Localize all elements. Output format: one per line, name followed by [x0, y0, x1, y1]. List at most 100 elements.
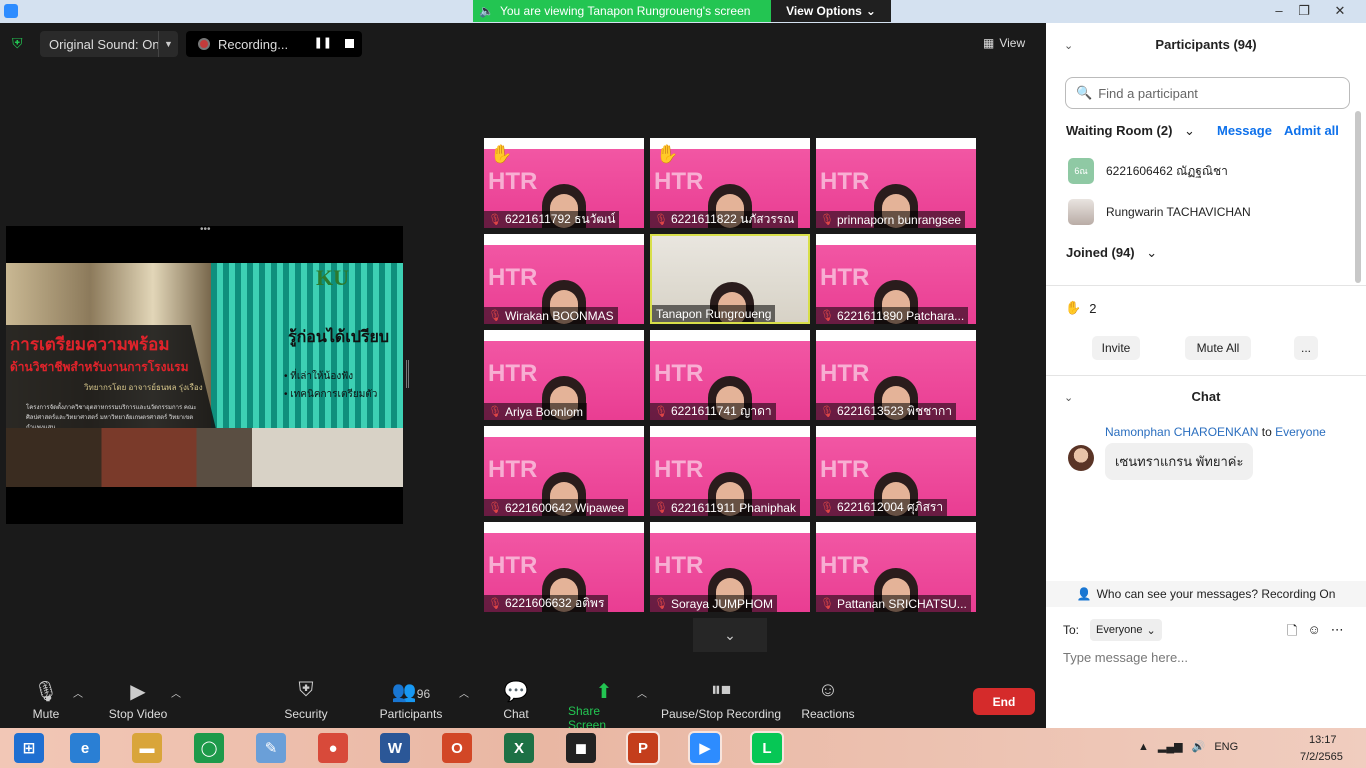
participant-video-tile[interactable]: HTR 🎙 Wirakan BOONMAS	[484, 234, 644, 324]
chevron-up-icon[interactable]: ︿	[171, 685, 181, 700]
language-indicator[interactable]: ENG	[1214, 741, 1238, 753]
security-button[interactable]: ⛨ Security	[282, 679, 330, 725]
recording-indicator: Recording... ❚❚	[186, 31, 362, 57]
slide-title: การเตรียมความพร้อม	[10, 335, 170, 354]
who-can-see-label: Who can see your messages? Recording On	[1096, 587, 1336, 601]
pause-stop-recording-button[interactable]: ⏸⏹ Pause/Stop Recording	[660, 679, 782, 725]
chat-button[interactable]: 💬 Chat	[498, 679, 534, 725]
ku-logo: KU	[316, 265, 349, 290]
split-resize-handle[interactable]	[406, 360, 409, 388]
zoom-icon[interactable]: ▶	[688, 731, 722, 765]
participant-video-tile[interactable]: HTR 🎙 6221606632 อติพร	[484, 522, 644, 612]
emoji-icon[interactable]: ☺	[1307, 622, 1320, 644]
participants-button[interactable]: 👥96 Participants	[378, 679, 444, 725]
chevron-down-icon[interactable]: ▼	[158, 31, 178, 57]
slide-right-title: รู้ก่อนได้เปรียบ	[288, 329, 390, 346]
clock-time[interactable]: 13:17	[1309, 734, 1337, 746]
chevron-up-icon[interactable]: ︿	[459, 685, 469, 700]
mute-all-button[interactable]: Mute All	[1185, 336, 1251, 360]
original-sound-button[interactable]: Original Sound: On ▼	[40, 31, 178, 57]
share-screen-icon: ⬆	[595, 681, 613, 703]
file-icon[interactable]: 🗋	[1287, 622, 1297, 644]
reactions-button[interactable]: ☺ Reactions	[800, 679, 856, 725]
participant-video-tile[interactable]: HTR 🎙 prinnaporn bunrangsee	[816, 138, 976, 228]
raised-hand-icon: ✋	[1065, 300, 1082, 315]
participant-video-tile[interactable]: HTR 🎙 Ariya Boonlom	[484, 330, 644, 420]
muted-microphone-icon: 🎙	[654, 214, 668, 226]
minimize-button[interactable]: –	[1269, 2, 1289, 20]
start-icon[interactable]: ⊞	[14, 733, 44, 763]
joined-header[interactable]: Joined (94) ⌄	[1066, 245, 1157, 261]
restore-button[interactable]: ❐	[1294, 2, 1314, 20]
network-icon[interactable]: ▂▄▆	[1158, 740, 1183, 753]
chat-input[interactable]	[1063, 650, 1353, 665]
waiting-room-label: Waiting Room (2)	[1066, 123, 1173, 138]
speaker-icon: 🔈	[479, 4, 494, 18]
participant-video-tile[interactable]: HTR 🎙 6221613523 พิชชากา	[816, 330, 976, 420]
participant-video-tile[interactable]: HTR ✋ 🎙 6221611792 ธนวัฒน์	[484, 138, 644, 228]
waiting-participant[interactable]: Rungwarin TACHAVICHAN	[1068, 199, 1251, 225]
office-icon[interactable]: O	[442, 733, 472, 763]
participant-video-tile[interactable]: HTR 🎙 6221611890 Patchara...	[816, 234, 976, 324]
chat-sender-name[interactable]: Namonphan CHAROENKAN	[1105, 425, 1258, 439]
participant-video-tile[interactable]: HTR 🎙 Soraya JUMPHOM	[650, 522, 810, 612]
file-explorer-icon[interactable]: ▬	[132, 733, 162, 763]
participants-scrollbar[interactable]	[1355, 111, 1361, 283]
virtual-background-banner	[484, 330, 644, 341]
webex-icon[interactable]: ◼	[566, 733, 596, 763]
raised-hand-icon: ✋	[490, 144, 513, 164]
encryption-shield-icon[interactable]: ⛨	[12, 35, 28, 51]
internet-explorer-icon[interactable]: e	[70, 733, 100, 763]
chevron-up-icon[interactable]: ︿	[73, 685, 83, 700]
participant-name-bar: Tanapon Rungroueng	[652, 305, 776, 322]
invite-button[interactable]: Invite	[1092, 336, 1140, 360]
excel-icon[interactable]: X	[504, 733, 534, 763]
participant-search[interactable]: 🔍	[1065, 77, 1350, 109]
line-icon[interactable]: L	[750, 731, 784, 765]
admit-all-button[interactable]: Admit all	[1284, 123, 1339, 138]
view-button[interactable]: ▦ View	[983, 33, 1037, 53]
mute-button[interactable]: 🎙 Mute	[28, 679, 64, 725]
stop-icon[interactable]	[345, 39, 354, 48]
participant-video-tile[interactable]: HTR 🎙 6221611741 ญาดา	[650, 330, 810, 420]
view-options-button[interactable]: View Options ⌄	[771, 0, 891, 22]
more-options-button[interactable]: ...	[1294, 336, 1318, 360]
message-waiting-button[interactable]: Message	[1217, 123, 1272, 138]
clock-date[interactable]: 7/2/2565	[1300, 751, 1343, 763]
more-icon[interactable]: •••	[200, 224, 211, 235]
close-button[interactable]: ✕	[1330, 2, 1350, 20]
stop-video-button[interactable]: ▶ Stop Video	[106, 679, 170, 725]
participant-name-bar: 🎙 6221611792 ธนวัฒน์	[484, 211, 620, 228]
muted-microphone-icon: 🎙	[488, 406, 502, 418]
participant-video-tile[interactable]: HTR 🎙 Pattanan SRICHATSU...	[816, 522, 976, 612]
reactions-label: Reactions	[801, 707, 855, 721]
waiting-participant[interactable]: 6ณ 6221606462 ณัฏฐณิชา	[1068, 158, 1228, 184]
original-sound-label: Original Sound: On	[49, 36, 160, 52]
chevron-down-icon[interactable]: ⌄	[693, 618, 767, 652]
search-input[interactable]	[1098, 85, 1339, 101]
muted-microphone-icon: 🎙	[488, 598, 502, 610]
waiting-room-header[interactable]: Waiting Room (2) ⌄	[1066, 123, 1195, 139]
recipient-select[interactable]: Everyone ⌄	[1090, 619, 1162, 641]
participant-video-tile[interactable]: Tanapon Rungroueng	[650, 234, 810, 324]
slide-bullet: • เทคนิคการเตรียมตัว	[284, 389, 378, 400]
virtual-background-banner	[484, 234, 644, 245]
app-icon[interactable]: ◯	[194, 733, 224, 763]
participant-video-tile[interactable]: HTR ✋ 🎙 6221611822 นภัสวรรณ	[650, 138, 810, 228]
chrome-icon[interactable]: ●	[318, 733, 348, 763]
chevron-up-icon[interactable]: ▲	[1138, 741, 1149, 753]
end-meeting-button[interactable]: End	[973, 688, 1035, 715]
share-screen-button[interactable]: ⬆ Share Screen	[568, 679, 640, 732]
participant-video-tile[interactable]: HTR 🎙 6221611911 Phaniphak	[650, 426, 810, 516]
paint-icon[interactable]: ✎	[256, 733, 286, 763]
more-icon[interactable]: ⋯	[1331, 622, 1344, 644]
participant-video-tile[interactable]: HTR 🎙 6221600642 Wipawee	[484, 426, 644, 516]
chevron-up-icon[interactable]: ︿	[637, 685, 647, 700]
participant-video-tile[interactable]: HTR 🎙 6221612004 ศุภิสรา	[816, 426, 976, 516]
message-visibility-bar[interactable]: 👤 Who can see your messages? Recording O…	[1046, 581, 1366, 607]
pause-icon[interactable]: ❚❚	[314, 36, 332, 49]
word-icon[interactable]: W	[380, 733, 410, 763]
powerpoint-icon[interactable]: P	[626, 731, 660, 765]
slide-speaker: วิทยากรโดย อาจารย์ธนพล รุ่งเรือง	[84, 383, 203, 392]
volume-icon[interactable]: 🔊	[1192, 740, 1206, 753]
